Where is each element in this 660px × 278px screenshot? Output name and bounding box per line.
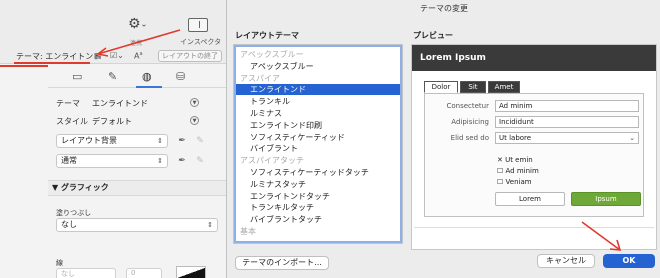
theme-group-header: アスパイア: [240, 73, 280, 83]
layout-background-value: レイアウト背景: [61, 136, 117, 145]
gear-icon[interactable]: ⚙⌄: [128, 16, 147, 32]
theme-list-item[interactable]: ルミナスタッチ: [234, 179, 402, 190]
theme-list-item[interactable]: ソフィスティケーティッドタッチ: [234, 167, 402, 178]
layout-tab-icon[interactable]: ▭: [72, 70, 82, 83]
annotation-line: [0, 65, 48, 67]
chevron-down-icon: ⌄: [140, 19, 148, 29]
theme-bar: テーマ: エンライトンド ▤ ☑⌄ Aa レイアウトの終了: [0, 48, 226, 64]
theme-list[interactable]: アペックスブルー アペックスブルー アスパイア エンライトンド トランキル ルミナス エンラ…: [233, 44, 403, 244]
theme-list-item[interactable]: エンライトンド印刷: [234, 120, 402, 131]
style-prop-value: デフォルト: [92, 117, 132, 126]
change-theme-dialog: テーマの変更 レイアウトテーマ プレビュー アペックスブルー アペックスブルー アス…: [226, 0, 660, 278]
brush-tab-icon[interactable]: ✎: [108, 70, 117, 83]
font-size-icon[interactable]: Aa: [134, 51, 143, 61]
line-style-popup[interactable]: なし: [56, 268, 116, 278]
theme-list-item[interactable]: バイブラントタッチ: [234, 214, 402, 225]
checkbox-item[interactable]: ☐ Ad minim: [497, 167, 539, 175]
theme-prop-value: エンライトンド: [92, 99, 148, 108]
line-label: 線: [56, 259, 63, 267]
theme-list-item[interactable]: エンライトンド: [234, 84, 402, 96]
layout-theme-heading: レイアウトテーマ: [235, 31, 299, 40]
preview-button-ipsum[interactable]: Ipsum: [571, 192, 641, 206]
theme-list-item[interactable]: エンライトンドタッチ: [234, 191, 402, 202]
updown-icon: ⇕: [157, 157, 163, 165]
preview-pane: Lorem Ipsum Dolor Sit Amet Consectetur A…: [411, 44, 657, 250]
exit-layout-button[interactable]: レイアウトの終了: [158, 50, 222, 62]
ok-button[interactable]: OK: [603, 254, 655, 268]
cancel-button[interactable]: キャンセル: [537, 254, 595, 268]
document-icon[interactable]: ▤: [94, 51, 102, 60]
kanren-label: 連携: [130, 40, 143, 47]
preview-heading: プレビュー: [413, 31, 453, 40]
chevron-down-icon: ⌄: [629, 134, 635, 142]
active-tab-indicator: [136, 86, 162, 88]
theme-list-item[interactable]: ルミナス: [234, 108, 402, 119]
import-theme-button[interactable]: テーマのインポート...: [235, 256, 329, 270]
style-prop-label: スタイル: [56, 117, 88, 126]
field-label: Adipisicing: [451, 118, 489, 126]
inspector-label: インスペクタ: [180, 38, 222, 46]
current-theme-label[interactable]: テーマ: エンライトンド: [16, 51, 101, 62]
fill-label: 塗りつぶし: [56, 209, 92, 217]
annotation-underline: [14, 62, 90, 64]
checkbox-label: Veniam: [505, 178, 532, 186]
preview-tab-sit[interactable]: Sit: [460, 81, 486, 93]
checkbox-item[interactable]: ☐ Veniam: [497, 178, 532, 186]
checkbox-menu-icon[interactable]: ☑⌄: [110, 51, 124, 60]
inspector-toggle-button[interactable]: [188, 18, 208, 32]
preview-button-lorem[interactable]: Lorem: [495, 192, 565, 206]
graphics-section-header[interactable]: ▼ グラフィック: [48, 180, 226, 196]
inspector-tabbar: ▭ ✎ ◍ ⛁: [48, 66, 226, 88]
theme-prop-label: テーマ: [56, 99, 80, 108]
theme-group-header: アペックスブルー: [240, 50, 304, 59]
theme-list-item[interactable]: バイブラント: [234, 143, 402, 154]
window-toolbar: ⚙⌄ 連携 インスペクタ: [0, 0, 226, 48]
updown-icon: ⇕: [207, 221, 213, 229]
style-chevron-icon[interactable]: ▼: [190, 116, 199, 125]
theme-list-item[interactable]: ソフィスティケーティッド: [234, 132, 402, 143]
eyedropper-icon[interactable]: ✒: [176, 135, 188, 147]
layout-background-popup[interactable]: レイアウト背景 ⇕: [56, 134, 168, 148]
updown-icon: ⇕: [157, 137, 163, 145]
normal-popup[interactable]: 通常 ⇕: [56, 154, 168, 168]
theme-list-item[interactable]: トランキル: [234, 96, 402, 107]
preview-field-adipisicing[interactable]: Incididunt: [495, 116, 639, 128]
checkbox-label: Ad minim: [505, 167, 539, 175]
preview-tab-amet[interactable]: Amet: [488, 81, 520, 93]
dialog-title: テーマの変更: [420, 4, 468, 13]
palette-tab-icon[interactable]: ◍: [142, 70, 152, 83]
checkbox-item[interactable]: ✕ Ut emin: [497, 156, 533, 164]
line-width-field[interactable]: 0: [126, 268, 162, 278]
preview-bottom-field[interactable]: [414, 227, 654, 247]
theme-chevron-icon[interactable]: ▼: [190, 98, 199, 107]
preview-select-elid[interactable]: Ut labore ⌄: [495, 132, 639, 144]
eyedropper-icon[interactable]: ✒: [176, 155, 188, 167]
pen-icon[interactable]: ✎: [194, 135, 206, 147]
inspector-panel: ⚙⌄ 連携 インスペクタ テーマ: エンライトンド ▤ ☑⌄ Aa レイアウトの…: [0, 0, 226, 278]
line-color-swatch[interactable]: [176, 266, 206, 278]
theme-group-header: アスパイアタッチ: [240, 156, 304, 166]
checkbox-label: Ut emin: [505, 156, 533, 164]
database-tab-icon[interactable]: ⛁: [176, 70, 185, 83]
theme-list-item[interactable]: アペックスブルー: [234, 61, 402, 72]
preview-field-consectetur[interactable]: Ad minim: [495, 100, 639, 112]
preview-tab-dolor[interactable]: Dolor: [424, 81, 458, 93]
field-label: Elid sed do: [450, 134, 489, 142]
normal-value: 通常: [61, 156, 77, 165]
select-value: Ut labore: [499, 134, 532, 142]
pen-icon[interactable]: ✎: [194, 155, 206, 167]
preview-form: Consectetur Ad minim Adipisicing Incidid…: [424, 93, 644, 217]
theme-list-item[interactable]: トランキルタッチ: [234, 202, 402, 213]
fill-value: なし: [61, 220, 77, 229]
theme-group-header: 基本: [240, 227, 256, 236]
fill-popup[interactable]: なし ⇕: [56, 218, 218, 232]
preview-title: Lorem Ipsum: [412, 45, 656, 71]
field-label: Consectetur: [446, 102, 489, 110]
